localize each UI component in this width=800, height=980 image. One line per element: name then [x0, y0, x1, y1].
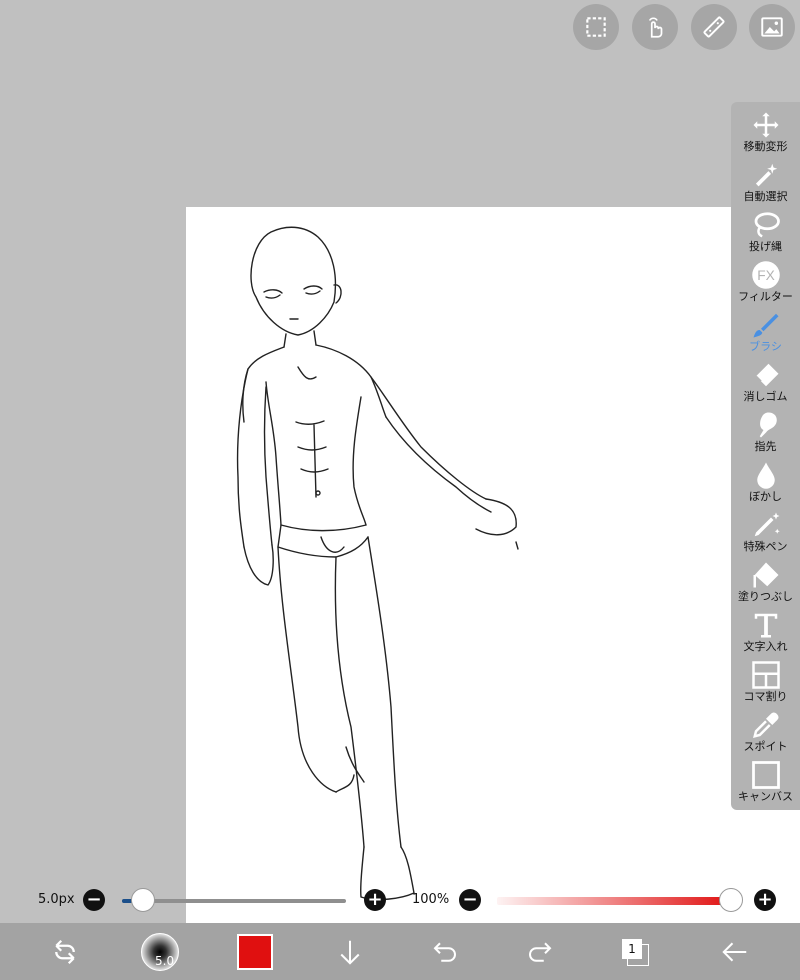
fx-text: FX	[757, 268, 775, 283]
touch-gesture-icon	[648, 17, 663, 38]
ruler-icon	[703, 16, 725, 38]
eraser-icon	[754, 363, 778, 387]
magic-wand-icon	[755, 163, 777, 187]
undo-button[interactable]	[410, 923, 480, 980]
tool-label: フィルター	[738, 290, 793, 303]
touch-gesture-button[interactable]	[632, 4, 678, 50]
tool-label: 塗りつぶし	[737, 590, 794, 603]
tool-finger[interactable]: 指先	[731, 406, 800, 456]
color-swatch-button[interactable]	[220, 923, 290, 980]
tool-label: ぼかし	[749, 490, 782, 503]
canvas-icon	[751, 761, 780, 789]
tool-label: 指先	[754, 440, 777, 453]
special-pen-icon	[754, 512, 780, 537]
brush-preview-icon: 5.0	[141, 932, 179, 971]
move-arrows-icon	[753, 112, 778, 138]
figure-sketch	[236, 226, 519, 901]
back-button[interactable]	[700, 923, 770, 980]
tool-canvas[interactable]: キャンバス	[731, 756, 800, 806]
text-icon	[754, 613, 777, 638]
brush-size-track[interactable]	[122, 899, 346, 903]
brush-icon	[753, 313, 778, 338]
material-button[interactable]	[749, 4, 795, 50]
opacity-handle[interactable]	[719, 888, 743, 912]
tool-text[interactable]: 文字入れ	[731, 606, 800, 656]
frame-divider-icon	[751, 661, 780, 689]
tool-frame-divider[interactable]: コマ割り	[731, 656, 800, 706]
bucket-fill-icon	[753, 562, 778, 588]
blur-drop-icon	[756, 462, 775, 489]
brush-size-value: 5.0px	[38, 892, 75, 907]
lasso-icon	[754, 212, 780, 238]
opacity-increase-button[interactable]: +	[754, 889, 776, 911]
download-arrow-icon	[340, 940, 360, 965]
back-arrow-icon	[722, 942, 747, 961]
tool-label: 自動選択	[743, 190, 788, 203]
tool-brush[interactable]: ブラシ	[731, 306, 800, 356]
tool-label: キャンバス	[738, 790, 793, 803]
selection-button[interactable]	[573, 4, 619, 50]
rotate-tool-button[interactable]	[30, 923, 100, 980]
brush-size-increase-button[interactable]: +	[364, 889, 386, 911]
tool-label: 投げ縄	[749, 240, 782, 253]
tool-filter[interactable]: FX フィルター	[731, 256, 800, 306]
tool-label: ブラシ	[749, 340, 782, 353]
color-swatch	[237, 933, 273, 970]
finger-smudge-icon	[759, 412, 777, 438]
tool-move-transform[interactable]: 移動変形	[731, 106, 800, 156]
undo-icon	[433, 942, 456, 962]
opacity-value: 100%	[412, 892, 450, 907]
tool-auto-select[interactable]: 自動選択	[731, 156, 800, 206]
brush-size-decrease-button[interactable]: −	[83, 889, 105, 911]
tool-eraser[interactable]: 消しゴム	[731, 356, 800, 406]
tool-label: スポイト	[743, 740, 788, 753]
layers-icon: 1	[622, 938, 649, 966]
tool-special-pen[interactable]: 特殊ペン	[731, 506, 800, 556]
brush-size-handle[interactable]	[131, 888, 155, 912]
drawing-canvas[interactable]	[186, 207, 800, 980]
tool-label: 移動変形	[743, 140, 788, 153]
tool-label: 文字入れ	[743, 640, 788, 653]
tool-blur[interactable]: ぼかし	[731, 456, 800, 506]
material-image-icon	[761, 17, 783, 37]
opacity-decrease-button[interactable]: −	[459, 889, 481, 911]
layers-button[interactable]: 1	[600, 923, 670, 980]
ruler-button[interactable]	[691, 4, 737, 50]
tool-eyedropper[interactable]: スポイト	[731, 706, 800, 756]
opacity-track[interactable]	[497, 897, 733, 905]
redo-icon	[529, 942, 552, 962]
rotate-tool-icon	[55, 939, 75, 964]
tool-bucket-fill[interactable]: 塗りつぶし	[731, 556, 800, 606]
selection-icon	[586, 17, 606, 37]
tool-palette: 移動変形 自動選択 投げ縄 FX フィルター ブラシ 消しゴム 指先 ぼかし 特…	[731, 102, 800, 810]
eyedropper-icon	[752, 712, 778, 738]
brush-preview-button[interactable]: 5.0	[125, 923, 195, 980]
layer-count: 1	[622, 938, 642, 959]
redo-button[interactable]	[505, 923, 575, 980]
bottom-toolbar: 5.0 1	[0, 923, 800, 980]
fx-filter-icon: FX	[751, 261, 780, 289]
tool-label: 消しゴム	[743, 390, 788, 403]
tool-lasso[interactable]: 投げ縄	[731, 206, 800, 256]
brush-preview-size: 5.0	[155, 953, 175, 968]
tool-label: コマ割り	[743, 690, 788, 703]
download-button[interactable]	[315, 923, 385, 980]
tool-label: 特殊ペン	[743, 540, 788, 553]
